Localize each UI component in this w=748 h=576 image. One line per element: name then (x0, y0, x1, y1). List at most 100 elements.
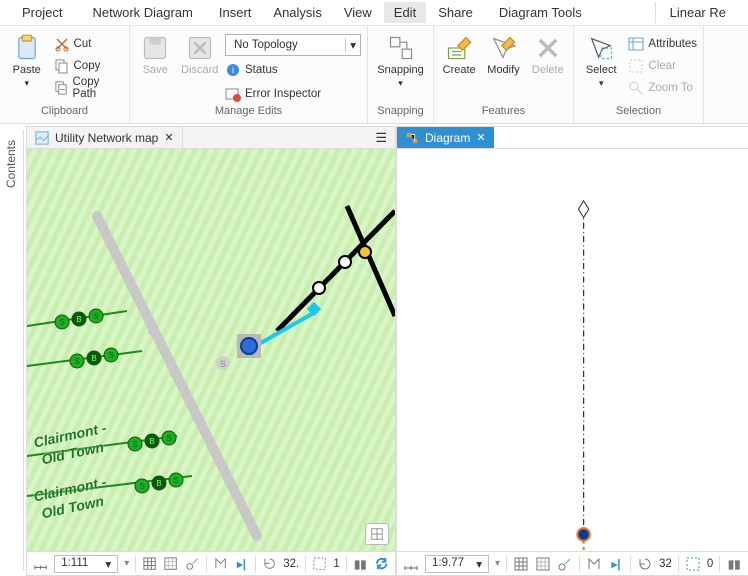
close-icon[interactable]: ✕ (164, 131, 173, 144)
selection-count: 0 (707, 558, 713, 570)
discard-button[interactable]: Discard (181, 30, 220, 76)
menu-network-diagram[interactable]: Network Diagram (78, 2, 206, 23)
tab-menu-button[interactable]: ☰ (743, 130, 748, 146)
scale-input[interactable]: 1:9.77▾ (425, 555, 489, 573)
scale-bar-icon[interactable] (403, 556, 419, 572)
error-inspector-icon (225, 86, 241, 102)
clear-button[interactable]: Clear (628, 56, 697, 76)
svg-text:S: S (166, 434, 171, 443)
menu-linear-ref[interactable]: Linear Re (655, 2, 740, 23)
svg-text:B: B (156, 479, 161, 488)
chevron-down-icon: ▾ (345, 38, 360, 52)
zoom-to-icon (628, 80, 644, 96)
refresh-icon[interactable] (374, 556, 389, 572)
delete-icon (534, 34, 562, 62)
group-label-clipboard: Clipboard (6, 105, 123, 121)
map-canvas[interactable]: S S B S S B S S B S (27, 149, 395, 551)
modify-button[interactable]: Modify (484, 30, 522, 76)
svg-text:S: S (220, 359, 226, 369)
next-icon[interactable]: ▸| (234, 556, 249, 572)
attributes-button[interactable]: Attributes (628, 34, 697, 54)
pause-icon[interactable]: ▮▮ (353, 556, 368, 572)
menu-diagram-tools[interactable]: Diagram Tools (485, 2, 596, 23)
copy-path-button[interactable]: Copy Path (54, 78, 124, 98)
map-view-pane: Utility Network map ✕ ☰ (26, 126, 396, 576)
ribbon-group-snapping: Snapping ▾ Snapping (368, 26, 434, 123)
basemap-icon[interactable] (142, 556, 157, 572)
menu-view[interactable]: View (334, 2, 382, 23)
svg-text:B: B (149, 437, 154, 446)
tab-diagram[interactable]: Diagram ✕ (397, 127, 494, 148)
zoom-to-button[interactable]: Zoom To (628, 78, 697, 98)
menu-insert[interactable]: Insert (209, 2, 262, 23)
menu-analysis[interactable]: Analysis (263, 2, 331, 23)
delete-button[interactable]: Delete (529, 30, 567, 76)
diagram-icon (405, 131, 419, 145)
correction-icon[interactable] (213, 556, 228, 572)
attributes-icon (628, 36, 644, 52)
snapping-toggle-icon[interactable] (185, 556, 200, 572)
modify-icon (489, 34, 517, 62)
grid-icon[interactable] (535, 556, 551, 572)
pause-icon[interactable]: ▮▮ (726, 556, 742, 572)
topology-select[interactable]: No Topology ▾ (225, 34, 361, 56)
cut-icon (54, 36, 70, 52)
ribbon-group-selection: Select ▾ Attributes Clear Zoom To Select… (574, 26, 704, 123)
snapping-toggle-icon[interactable] (557, 556, 573, 572)
scale-bar-icon[interactable] (33, 556, 48, 572)
menu-project[interactable]: Project (8, 2, 76, 23)
rotation-left: 32. (283, 558, 299, 570)
close-icon[interactable]: ✕ (476, 131, 485, 144)
selection-count: 1 (333, 558, 339, 570)
menu-edit[interactable]: Edit (384, 2, 426, 23)
menubar: Project Network Diagram Insert Analysis … (0, 0, 748, 26)
basemap-icon[interactable] (513, 556, 529, 572)
ribbon: Paste ▾ Cut Copy Copy Path Clipboard (0, 26, 748, 124)
snapping-button[interactable]: Snapping ▾ (374, 30, 427, 89)
status-icon: i (225, 62, 241, 78)
group-label-features: Features (440, 105, 567, 121)
menu-share[interactable]: Share (428, 2, 483, 23)
map-overlay-button[interactable] (365, 523, 389, 545)
create-button[interactable]: Create (440, 30, 478, 76)
svg-text:S: S (173, 476, 178, 485)
correction-icon[interactable] (586, 556, 602, 572)
selection-count-icon[interactable] (312, 556, 327, 572)
group-label-manage: Manage Edits (136, 105, 361, 121)
tab-menu-button[interactable]: ☰ (367, 130, 395, 146)
diagram-canvas[interactable] (397, 149, 748, 551)
copy-button[interactable]: Copy (54, 56, 124, 76)
ribbon-overflow (704, 26, 748, 123)
create-icon (445, 34, 473, 62)
save-button[interactable]: Save (136, 30, 175, 76)
svg-text:S: S (139, 482, 144, 491)
group-label-selection: Selection (580, 105, 697, 121)
grid-icon[interactable] (163, 556, 178, 572)
svg-text:S: S (132, 440, 137, 449)
svg-text:S: S (74, 357, 79, 366)
paste-button[interactable]: Paste ▾ (6, 30, 48, 89)
selection-count-icon[interactable] (685, 556, 701, 572)
status-button[interactable]: i Status (225, 60, 361, 80)
svg-text:S: S (93, 312, 98, 321)
select-button[interactable]: Select ▾ (580, 30, 622, 89)
contents-panel-collapsed[interactable]: Contents (0, 130, 24, 570)
tab-utility-network-map[interactable]: Utility Network map ✕ (27, 127, 183, 148)
error-inspector-button[interactable]: Error Inspector (225, 84, 361, 104)
clear-icon (628, 58, 644, 74)
scale-input[interactable]: 1:111▾ (54, 555, 118, 573)
map-statusbar: 1:111▾ ▾ ▸| 32. 1 ▮▮ (27, 551, 395, 575)
paste-icon (13, 34, 41, 62)
copy-icon (54, 58, 70, 74)
diagram-statusbar: 1:9.77▾ ▾ ▸| 32 0 ▮▮ (397, 551, 748, 575)
group-label-snapping: Snapping (374, 105, 427, 121)
cut-button[interactable]: Cut (54, 34, 124, 54)
contents-label: Contents (4, 140, 18, 188)
chevron-down-icon: ▾ (599, 78, 604, 89)
svg-text:S: S (59, 318, 64, 327)
rotate-icon[interactable] (637, 556, 653, 572)
workspace: Utility Network map ✕ ☰ (26, 126, 748, 576)
ribbon-group-features: Create Modify Delete Features (434, 26, 574, 123)
next-icon[interactable]: ▸| (608, 556, 624, 572)
rotate-icon[interactable] (262, 556, 277, 572)
